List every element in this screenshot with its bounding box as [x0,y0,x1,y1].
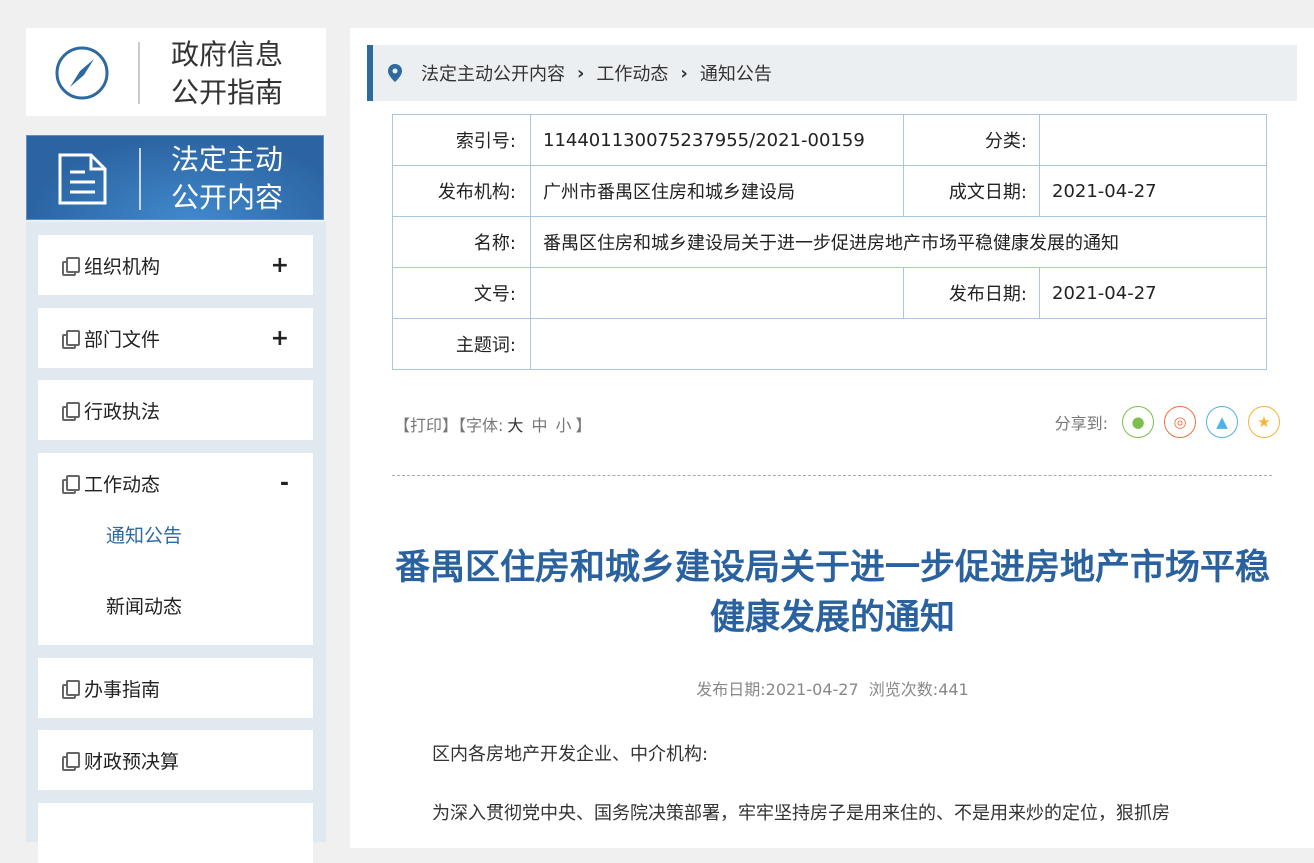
sidebar-item-more[interactable] [38,803,313,863]
index-value: 114401130075237955/2021-00159 [530,114,904,166]
breadcrumb-item[interactable]: 法定主动公开内容 [421,60,565,86]
chevron-right-icon: › [577,62,585,84]
expand-icon[interactable]: + [271,326,289,351]
sidebar-item-org[interactable]: 组织机构 + [38,235,313,295]
font-medium-button[interactable]: 中 [531,416,547,435]
org-label: 发布机构: [392,165,531,217]
divider [139,148,141,210]
document-icon [62,402,80,421]
sidebar-item-enforcement[interactable]: 行政执法 [38,380,313,440]
font-label: 【字体: [458,416,504,435]
document-icon [62,752,80,771]
category-value [1039,114,1267,166]
info-table: 索引号: 114401130075237955/2021-00159 分类: 发布机… [392,114,1267,370]
share-label: 分享到: [1054,414,1108,433]
docno-value [530,267,904,319]
org-value: 广州市番禺区住房和城乡建设局 [530,165,904,217]
sidebar-menu: 组织机构 + 部门文件 + 行政执法 工作动态 - 通知公告 新闻动态 办事指南 财政… [26,222,326,863]
weibo-icon[interactable]: ◎ [1164,406,1196,438]
font-large-button[interactable]: 大 [507,416,523,435]
document-icon [62,330,80,349]
main-panel: 法定主动公开内容 › 工作动态 › 通知公告 索引号: 114401130075237… [350,28,1314,848]
font-close: 】 [575,416,592,435]
article-title: 番禺区住房和城乡建设局关于进一步促进房地产市场平稳健康发展的通知 [394,548,1270,638]
banner-title: 法定主动 [171,143,284,176]
chevron-right-icon: › [680,62,688,84]
pub-label: 发布日期: [903,267,1040,319]
sidebar-item-label: 部门文件 [84,328,161,351]
qq-icon[interactable]: ▲ [1206,406,1238,438]
breadcrumb: 法定主动公开内容 › 工作动态 › 通知公告 [367,45,1297,101]
font-small-button[interactable]: 小 [555,416,571,435]
collapse-icon[interactable]: - [280,471,289,496]
divider [138,42,140,104]
breadcrumb-item[interactable]: 通知公告 [700,60,772,86]
category-label: 分类: [903,114,1040,166]
pub-value: 2021-04-27 [1039,267,1267,319]
sidebar-item-guide[interactable]: 办事指南 [38,658,313,718]
document-icon [62,680,80,699]
docno-label: 文号: [392,267,531,319]
article-paragraph: 为深入贯彻党中央、国务院决策部署，牢牢坚持房子是用来住的、不是用来炒的定位，狠抓… [432,803,1170,824]
document-icon [58,153,107,205]
sidebar-item-label: 财政预决算 [84,750,180,773]
article-paragraph: 区内各房地产开发企业、中介机构: [432,744,709,765]
sidebar-item-label: 办事指南 [84,678,161,701]
qzone-icon[interactable]: ★ [1248,406,1280,438]
index-label: 索引号: [392,114,531,166]
keywords-value [530,318,1267,370]
name-label: 名称: [392,216,531,268]
article-tools: 【打印】【字体: 大中小】 [394,412,591,436]
share-bar: 分享到: ● ◎ ▲ ★ [1055,406,1280,438]
sidebar-subitem-news[interactable]: 新闻动态 [38,584,313,655]
guide-title: 政府信息 [171,38,284,71]
compass-icon [55,46,109,100]
sidebar-item-label: 行政执法 [84,400,161,423]
name-value: 番禺区住房和城乡建设局关于进一步促进房地产市场平稳健康发展的通知 [530,216,1267,268]
print-button[interactable]: 【打印】 [394,416,458,435]
guide-title-2: 公开指南 [171,76,284,109]
sidebar-item-work[interactable]: 工作动态 - [38,453,313,513]
sidebar-subitem-notices[interactable]: 通知公告 [38,513,313,584]
document-icon [62,475,80,494]
breadcrumb-item[interactable]: 工作动态 [596,60,668,86]
article-meta: 发布日期:2021-04-27 浏览次数:441 [696,680,969,699]
created-value: 2021-04-27 [1039,165,1267,217]
divider [392,475,1272,476]
sidebar-item-label: 组织机构 [84,255,161,278]
location-pin-icon [388,64,402,82]
guide-link[interactable]: 政府信息 公开指南 [26,28,326,116]
section-banner[interactable]: 法定主动 公开内容 [26,135,324,220]
wechat-icon[interactable]: ● [1122,406,1154,438]
sidebar-item-budget[interactable]: 财政预决算 [38,730,313,790]
keywords-label: 主题词: [392,318,531,370]
banner-title-2: 公开内容 [171,181,284,214]
sidebar-item-docs[interactable]: 部门文件 + [38,308,313,368]
document-icon [62,257,80,276]
expand-icon[interactable]: + [271,253,289,278]
sidebar-item-label: 工作动态 [84,473,161,496]
created-label: 成文日期: [903,165,1040,217]
